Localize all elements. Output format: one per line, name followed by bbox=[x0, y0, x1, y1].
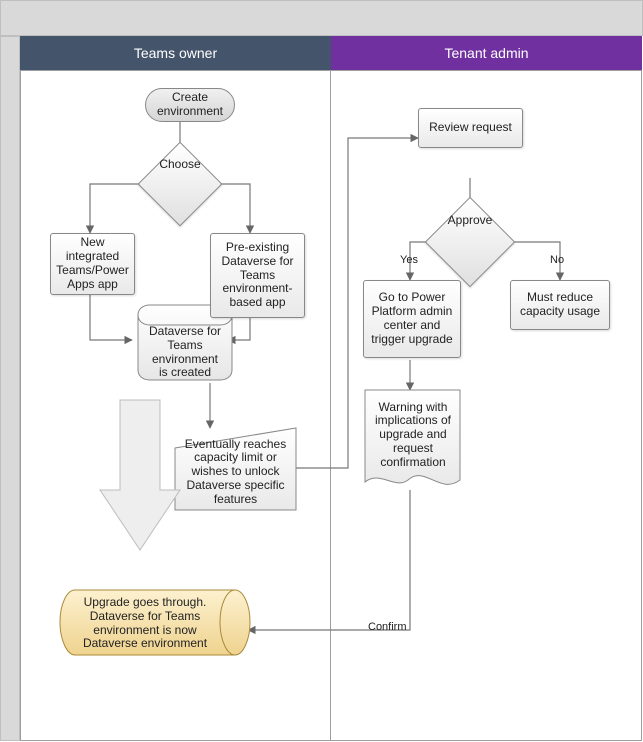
node-reduce-capacity: Must reduce capacity usage bbox=[510, 280, 610, 330]
edge-label-yes: Yes bbox=[400, 254, 418, 266]
node-review-request: Review request bbox=[418, 108, 523, 148]
node-warning-label: Warning with implications of upgrade and… bbox=[374, 401, 452, 470]
lane-teams-owner-header: Teams owner bbox=[20, 36, 331, 70]
lane-tenant-admin-title: Tenant admin bbox=[444, 45, 528, 61]
swimlane-left-margin bbox=[0, 36, 20, 741]
swimlane-top-margin bbox=[0, 0, 643, 36]
edge-choose-to-new bbox=[90, 184, 150, 233]
node-goto-admin-label: Go to Power Platform admin center and tr… bbox=[370, 291, 454, 346]
node-choose: Choose bbox=[150, 154, 210, 214]
node-reduce-capacity-label: Must reduce capacity usage bbox=[517, 291, 603, 319]
node-choose-label: Choose bbox=[156, 158, 204, 172]
node-warning: Warning with implications of upgrade and… bbox=[368, 395, 458, 475]
node-capacity-label: Eventually reaches capacity limit or wis… bbox=[184, 438, 287, 507]
lane-tenant-admin-header: Tenant admin bbox=[331, 36, 642, 70]
lane-teams-owner-title: Teams owner bbox=[134, 45, 217, 61]
node-upgrade-done-label: Upgrade goes through. Dataverse for Team… bbox=[76, 596, 214, 651]
node-new-integrated: New integrated Teams/Power Apps app bbox=[50, 233, 135, 295]
edge-new-to-dv bbox=[90, 295, 132, 340]
node-approve: Approve bbox=[438, 210, 502, 274]
node-review-request-label: Review request bbox=[429, 121, 512, 135]
node-goto-admin: Go to Power Platform admin center and tr… bbox=[363, 280, 461, 358]
edge-label-no: No bbox=[550, 254, 564, 266]
node-create-environment: Create environment bbox=[145, 88, 235, 122]
node-new-integrated-label: New integrated Teams/Power Apps app bbox=[56, 236, 129, 291]
node-capacity: Eventually reaches capacity limit or wis… bbox=[178, 436, 293, 508]
node-create-environment-label: Create environment bbox=[152, 91, 228, 119]
node-dv-created-label: Dataverse for Teams environment is creat… bbox=[146, 325, 224, 380]
node-upgrade-done: Upgrade goes through. Dataverse for Team… bbox=[70, 596, 220, 651]
node-preexisting-label: Pre-existing Dataverse for Teams environ… bbox=[217, 241, 298, 310]
big-arrow-icon bbox=[100, 400, 180, 550]
node-dv-created: Dataverse for Teams environment is creat… bbox=[140, 325, 230, 380]
edge-confirm bbox=[248, 490, 410, 630]
edge-choose-to-preexisting bbox=[210, 184, 250, 233]
node-preexisting: Pre-existing Dataverse for Teams environ… bbox=[210, 233, 305, 318]
edge-label-confirm: Confirm bbox=[368, 621, 407, 633]
node-approve-label: Approve bbox=[444, 214, 496, 228]
